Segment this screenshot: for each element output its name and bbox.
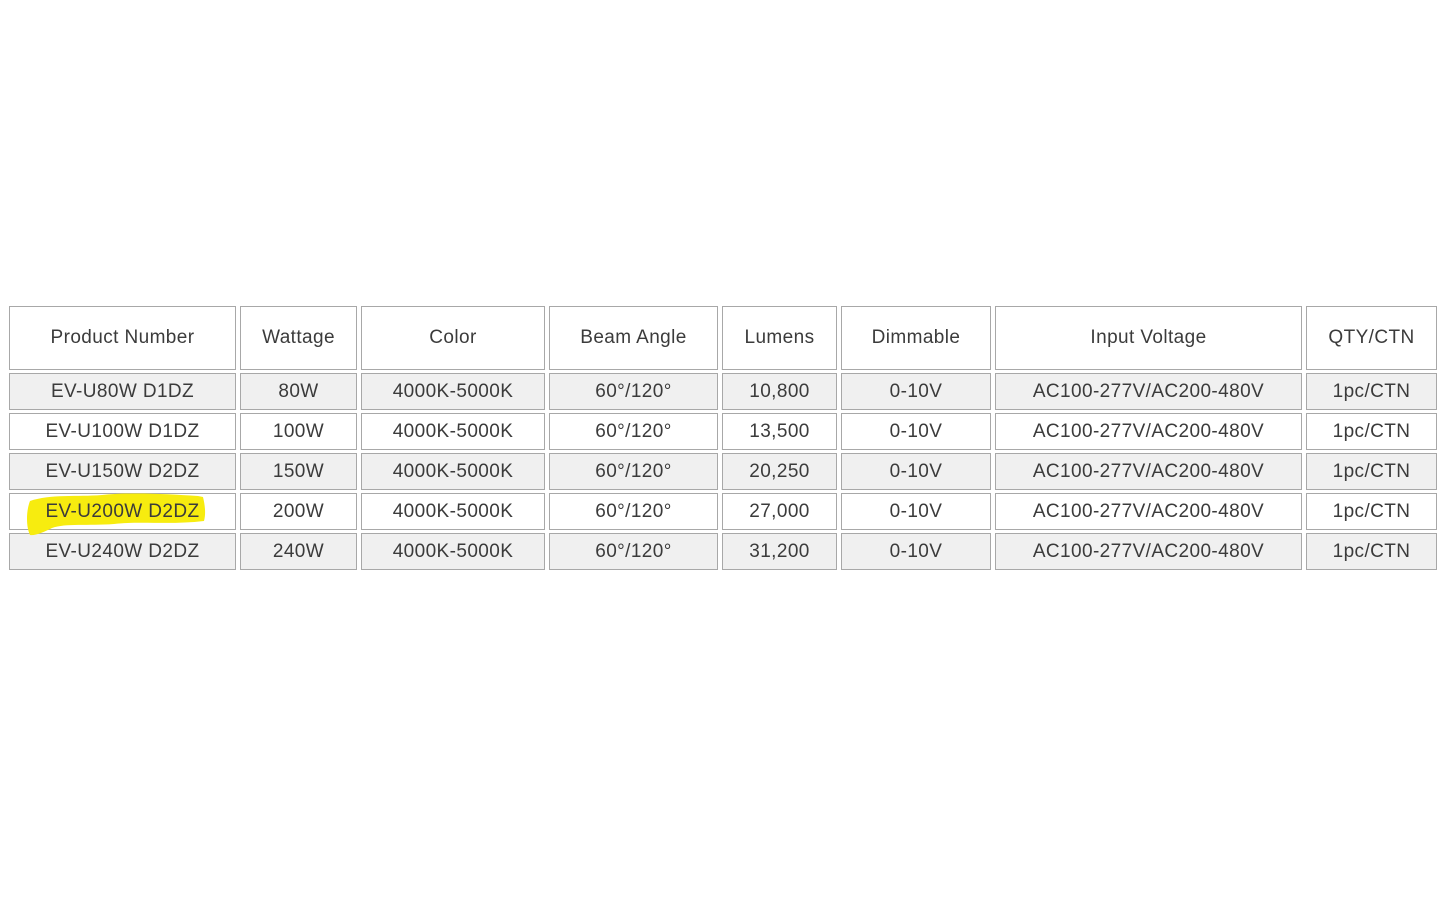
color-cell: 4000K-5000K bbox=[361, 493, 545, 530]
column-header-dimmable: Dimmable bbox=[841, 306, 991, 370]
qty-ctn-cell: 1pc/CTN bbox=[1306, 493, 1437, 530]
qty-ctn-cell: 1pc/CTN bbox=[1306, 453, 1437, 490]
column-header-qty-ctn: QTY/CTN bbox=[1306, 306, 1437, 370]
product-number-cell: EV-U100W D1DZ bbox=[9, 413, 236, 450]
lumens-cell: 31,200 bbox=[722, 533, 837, 570]
input-voltage-cell: AC100-277V/AC200-480V bbox=[995, 453, 1302, 490]
lumens-cell: 10,800 bbox=[722, 373, 837, 410]
beam-angle-cell: 60°/120° bbox=[549, 413, 718, 450]
wattage-cell: 80W bbox=[240, 373, 357, 410]
dimmable-cell: 0-10V bbox=[841, 413, 991, 450]
product-number-cell: EV-U150W D2DZ bbox=[9, 453, 236, 490]
column-header-product-number: Product Number bbox=[9, 306, 236, 370]
input-voltage-cell: AC100-277V/AC200-480V bbox=[995, 373, 1302, 410]
input-voltage-cell: AC100-277V/AC200-480V bbox=[995, 413, 1302, 450]
color-cell: 4000K-5000K bbox=[361, 373, 545, 410]
table-row: EV-U240W D2DZ 240W 4000K-5000K 60°/120° … bbox=[9, 533, 1437, 570]
dimmable-cell: 0-10V bbox=[841, 373, 991, 410]
input-voltage-cell: AC100-277V/AC200-480V bbox=[995, 533, 1302, 570]
color-cell: 4000K-5000K bbox=[361, 413, 545, 450]
beam-angle-cell: 60°/120° bbox=[549, 533, 718, 570]
beam-angle-cell: 60°/120° bbox=[549, 453, 718, 490]
table-row: EV-U80W D1DZ 80W 4000K-5000K 60°/120° 10… bbox=[9, 373, 1437, 410]
color-cell: 4000K-5000K bbox=[361, 533, 545, 570]
page: Product Number Wattage Color Beam Angle … bbox=[0, 0, 1445, 903]
spec-table-container: Product Number Wattage Color Beam Angle … bbox=[5, 303, 1441, 573]
wattage-cell: 200W bbox=[240, 493, 357, 530]
product-spec-table: Product Number Wattage Color Beam Angle … bbox=[5, 303, 1441, 573]
qty-ctn-cell: 1pc/CTN bbox=[1306, 413, 1437, 450]
column-header-wattage: Wattage bbox=[240, 306, 357, 370]
beam-angle-cell: 60°/120° bbox=[549, 493, 718, 530]
lumens-cell: 20,250 bbox=[722, 453, 837, 490]
product-number-cell: EV-U80W D1DZ bbox=[9, 373, 236, 410]
header-row: Product Number Wattage Color Beam Angle … bbox=[9, 306, 1437, 370]
product-number-cell-highlighted: EV-U200W D2DZ bbox=[9, 493, 236, 536]
table-row: EV-U100W D1DZ 100W 4000K-5000K 60°/120° … bbox=[9, 413, 1437, 450]
highlighted-product-number: EV-U200W D2DZ bbox=[45, 500, 200, 522]
wattage-cell: 150W bbox=[240, 453, 357, 490]
wattage-cell: 100W bbox=[240, 413, 357, 450]
dimmable-cell: 0-10V bbox=[841, 453, 991, 490]
qty-ctn-cell: 1pc/CTN bbox=[1306, 533, 1437, 570]
table-row-highlighted: EV-U200W D2DZ 200W 4000K-5000K 60°/120° … bbox=[9, 493, 1437, 536]
color-cell: 4000K-5000K bbox=[361, 453, 545, 490]
column-header-color: Color bbox=[361, 306, 545, 370]
column-header-lumens: Lumens bbox=[722, 306, 837, 370]
column-header-beam-angle: Beam Angle bbox=[549, 306, 718, 370]
wattage-cell: 240W bbox=[240, 533, 357, 570]
table-row: EV-U150W D2DZ 150W 4000K-5000K 60°/120° … bbox=[9, 453, 1437, 490]
dimmable-cell: 0-10V bbox=[841, 493, 991, 530]
input-voltage-cell: AC100-277V/AC200-480V bbox=[995, 493, 1302, 530]
qty-ctn-cell: 1pc/CTN bbox=[1306, 373, 1437, 410]
lumens-cell: 27,000 bbox=[722, 493, 837, 530]
product-number-cell: EV-U240W D2DZ bbox=[9, 533, 236, 570]
beam-angle-cell: 60°/120° bbox=[549, 373, 718, 410]
column-header-input-voltage: Input Voltage bbox=[995, 306, 1302, 370]
dimmable-cell: 0-10V bbox=[841, 533, 991, 570]
lumens-cell: 13,500 bbox=[722, 413, 837, 450]
